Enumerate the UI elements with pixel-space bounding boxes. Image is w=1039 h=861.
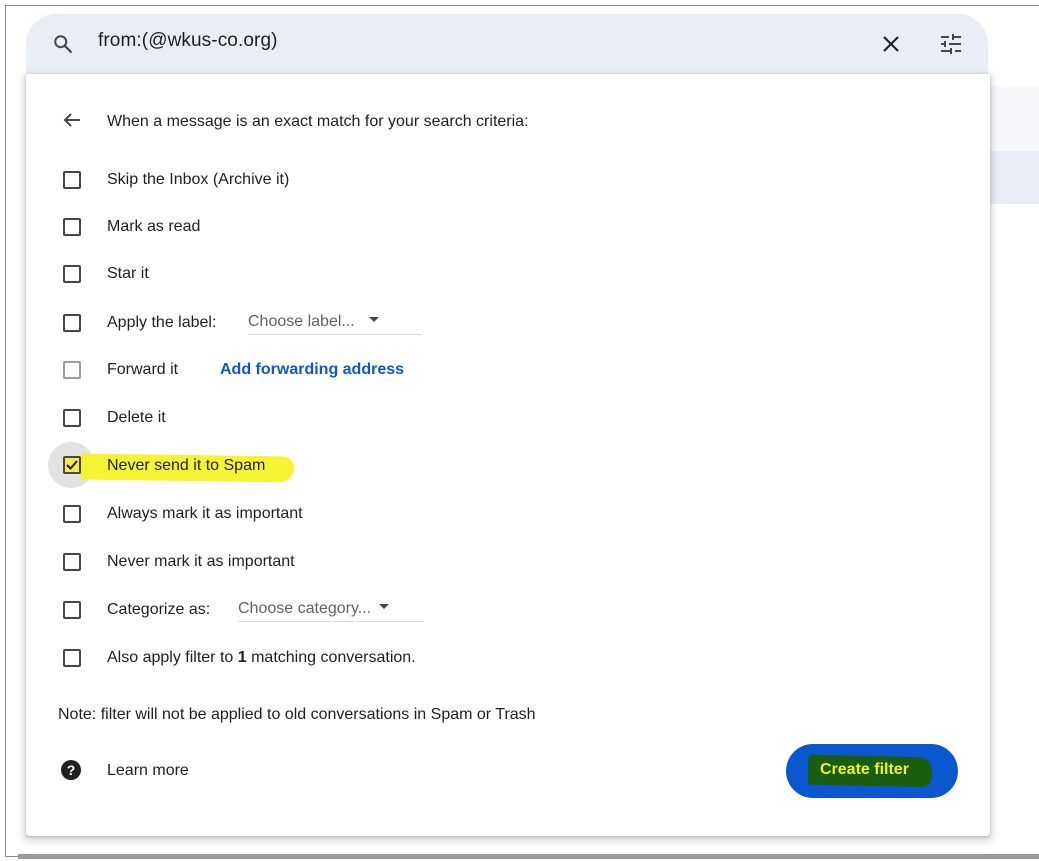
always-important-checkbox[interactable] xyxy=(63,505,81,523)
option-skip-inbox[interactable]: Skip the Inbox (Archive it) xyxy=(60,167,289,193)
create-filter-button[interactable]: Create filter xyxy=(786,744,958,798)
apply-to-matching-checkbox[interactable] xyxy=(63,649,81,667)
dropdown-arrow-icon xyxy=(379,604,390,610)
filter-criteria-header: When a message is an exact match for you… xyxy=(107,113,529,130)
apply-label-label: Apply the label: xyxy=(107,314,217,331)
never-important-checkbox[interactable] xyxy=(63,553,81,571)
never-spam-label: Never send it to Spam xyxy=(107,457,266,474)
categorize-as-label: Categorize as: xyxy=(107,601,211,618)
delete-it-label: Delete it xyxy=(107,409,166,426)
apply-to-matching-suffix: matching conversation. xyxy=(246,649,416,666)
back-arrow-icon[interactable] xyxy=(60,108,84,132)
forward-it-label: Forward it xyxy=(107,361,179,378)
option-apply-label[interactable]: Apply the label: xyxy=(60,310,216,336)
never-important-label: Never mark it as important xyxy=(107,553,295,570)
option-star-it[interactable]: Star it xyxy=(60,261,149,287)
mark-as-read-checkbox[interactable] xyxy=(63,218,81,236)
skip-inbox-label: Skip the Inbox (Archive it) xyxy=(107,171,290,188)
help-icon[interactable]: ? xyxy=(61,760,81,780)
learn-more-link[interactable]: Learn more xyxy=(107,762,189,780)
add-forwarding-address-link[interactable]: Add forwarding address xyxy=(220,361,404,379)
choose-category-select[interactable]: Choose category... xyxy=(238,600,424,622)
background-row-highlight xyxy=(990,151,1039,204)
delete-it-checkbox[interactable] xyxy=(63,409,81,427)
never-spam-checkbox[interactable] xyxy=(63,456,81,474)
matching-count: 1 xyxy=(237,649,247,666)
mark-as-read-label: Mark as read xyxy=(107,218,201,235)
categorize-as-checkbox[interactable] xyxy=(63,601,81,619)
apply-to-matching-prefix: Also apply filter to xyxy=(107,649,238,666)
choose-category-value: Choose category... xyxy=(238,600,372,617)
tune-icon[interactable] xyxy=(937,30,965,58)
filter-note: Note: filter will not be applied to old … xyxy=(58,706,536,723)
always-important-label: Always mark it as important xyxy=(107,505,303,522)
background-list-edge xyxy=(990,86,1039,204)
option-categorize-as[interactable]: Categorize as: xyxy=(60,597,210,623)
option-mark-as-read[interactable]: Mark as read xyxy=(60,214,200,240)
search-input[interactable]: from:(@wkus-co.org) xyxy=(98,30,278,52)
option-always-important[interactable]: Always mark it as important xyxy=(60,501,303,527)
choose-label-select[interactable]: Choose label... xyxy=(248,313,422,335)
star-it-label: Star it xyxy=(107,265,149,282)
apply-to-matching-label: Also apply filter to 1 matching conversa… xyxy=(107,649,416,667)
apply-label-checkbox[interactable] xyxy=(63,314,81,332)
create-filter-label: Create filter xyxy=(820,761,909,778)
close-icon[interactable] xyxy=(878,31,904,57)
option-delete-it[interactable]: Delete it xyxy=(60,405,166,431)
search-icon[interactable] xyxy=(52,33,74,55)
frame-shadow xyxy=(18,854,1039,859)
choose-label-value: Choose label... xyxy=(248,313,355,330)
option-never-important[interactable]: Never mark it as important xyxy=(60,549,295,575)
forward-it-checkbox[interactable] xyxy=(63,361,81,379)
option-apply-to-matching[interactable]: Also apply filter to 1 matching conversa… xyxy=(60,645,416,671)
option-forward-it[interactable]: Forward it Add forwarding address xyxy=(60,357,404,383)
star-it-checkbox[interactable] xyxy=(63,265,81,283)
dropdown-arrow-icon xyxy=(368,317,379,323)
skip-inbox-checkbox[interactable] xyxy=(63,171,81,189)
